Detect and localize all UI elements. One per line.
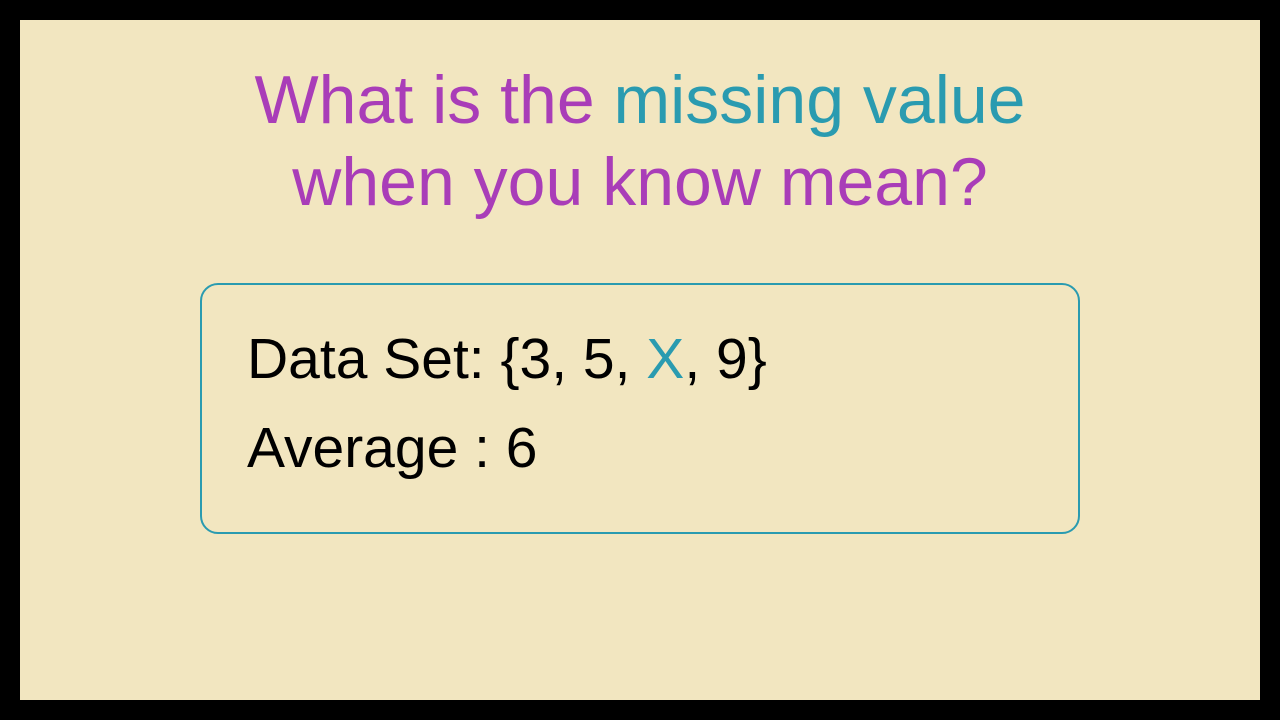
dataset-unknown-x: X xyxy=(646,327,684,391)
dataset-label: Data Set: xyxy=(247,327,500,391)
dataset-sep: , xyxy=(684,327,716,391)
brace-open: { xyxy=(500,327,519,391)
average-value: 6 xyxy=(506,416,538,480)
title: What is the missing value when you know … xyxy=(255,60,1026,223)
dataset-sep: , xyxy=(551,327,583,391)
title-text-missing-value: missing value xyxy=(614,62,1026,138)
title-text-what-is-the: What is the xyxy=(255,62,614,138)
title-line-1: What is the missing value xyxy=(255,60,1026,142)
data-box: Data Set: {3, 5, X, 9} Average : 6 xyxy=(200,283,1080,534)
brace-close: } xyxy=(748,327,767,391)
dataset-value-1: 3 xyxy=(520,327,552,391)
average-label: Average : xyxy=(247,416,506,480)
dataset-value-3: 9 xyxy=(716,327,748,391)
dataset-sep: , xyxy=(615,327,647,391)
title-line-2: when you know mean? xyxy=(255,142,1026,224)
average-line: Average : 6 xyxy=(247,404,1033,492)
dataset-value-2: 5 xyxy=(583,327,615,391)
slide: What is the missing value when you know … xyxy=(20,20,1260,700)
dataset-line: Data Set: {3, 5, X, 9} xyxy=(247,315,1033,403)
